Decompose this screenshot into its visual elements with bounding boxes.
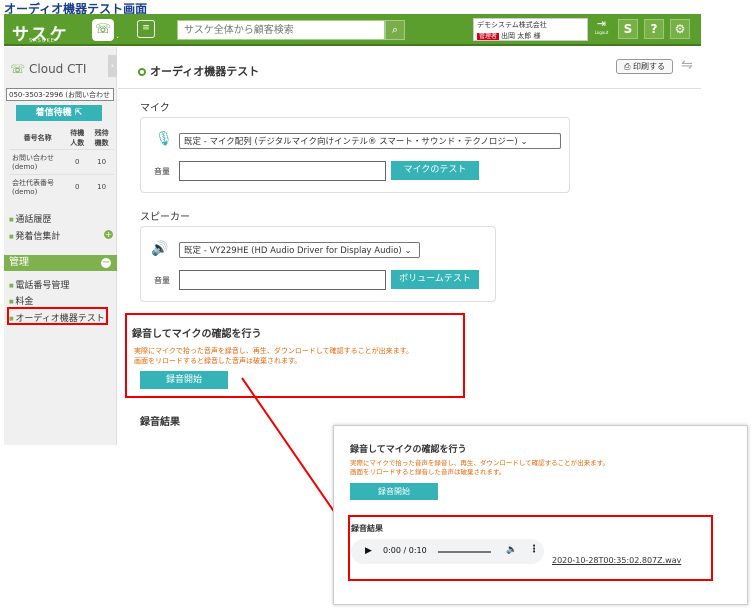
zoom-record-title: 録音してマイクの確認を行う — [350, 445, 467, 455]
zoom-record-description: 実際にマイクで拾った音声を録音し、再生、ダウンロードして確認することが出来ます。… — [350, 459, 610, 476]
play-icon[interactable]: ▶ — [365, 546, 372, 556]
zoom-result-title: 録音結果 — [351, 524, 383, 533]
recording-file-link[interactable]: 2020-10-28T00:35:02.807Z.wav — [552, 556, 681, 565]
more-icon[interactable]: ⋮ — [529, 544, 539, 555]
player-time: 0:00 / 0:10 — [383, 546, 427, 555]
zoom-record-start-button[interactable]: 録音開始 — [350, 483, 438, 500]
volume-icon[interactable]: 🔈 — [506, 545, 517, 555]
audio-player[interactable]: ▶ 0:00 / 0:10 🔈 ⋮ — [351, 539, 544, 564]
zoom-panel: 録音してマイクの確認を行う 実際にマイクで拾った音声を録音し、再生、ダウンロード… — [333, 425, 748, 605]
progress-bar[interactable] — [438, 551, 491, 553]
